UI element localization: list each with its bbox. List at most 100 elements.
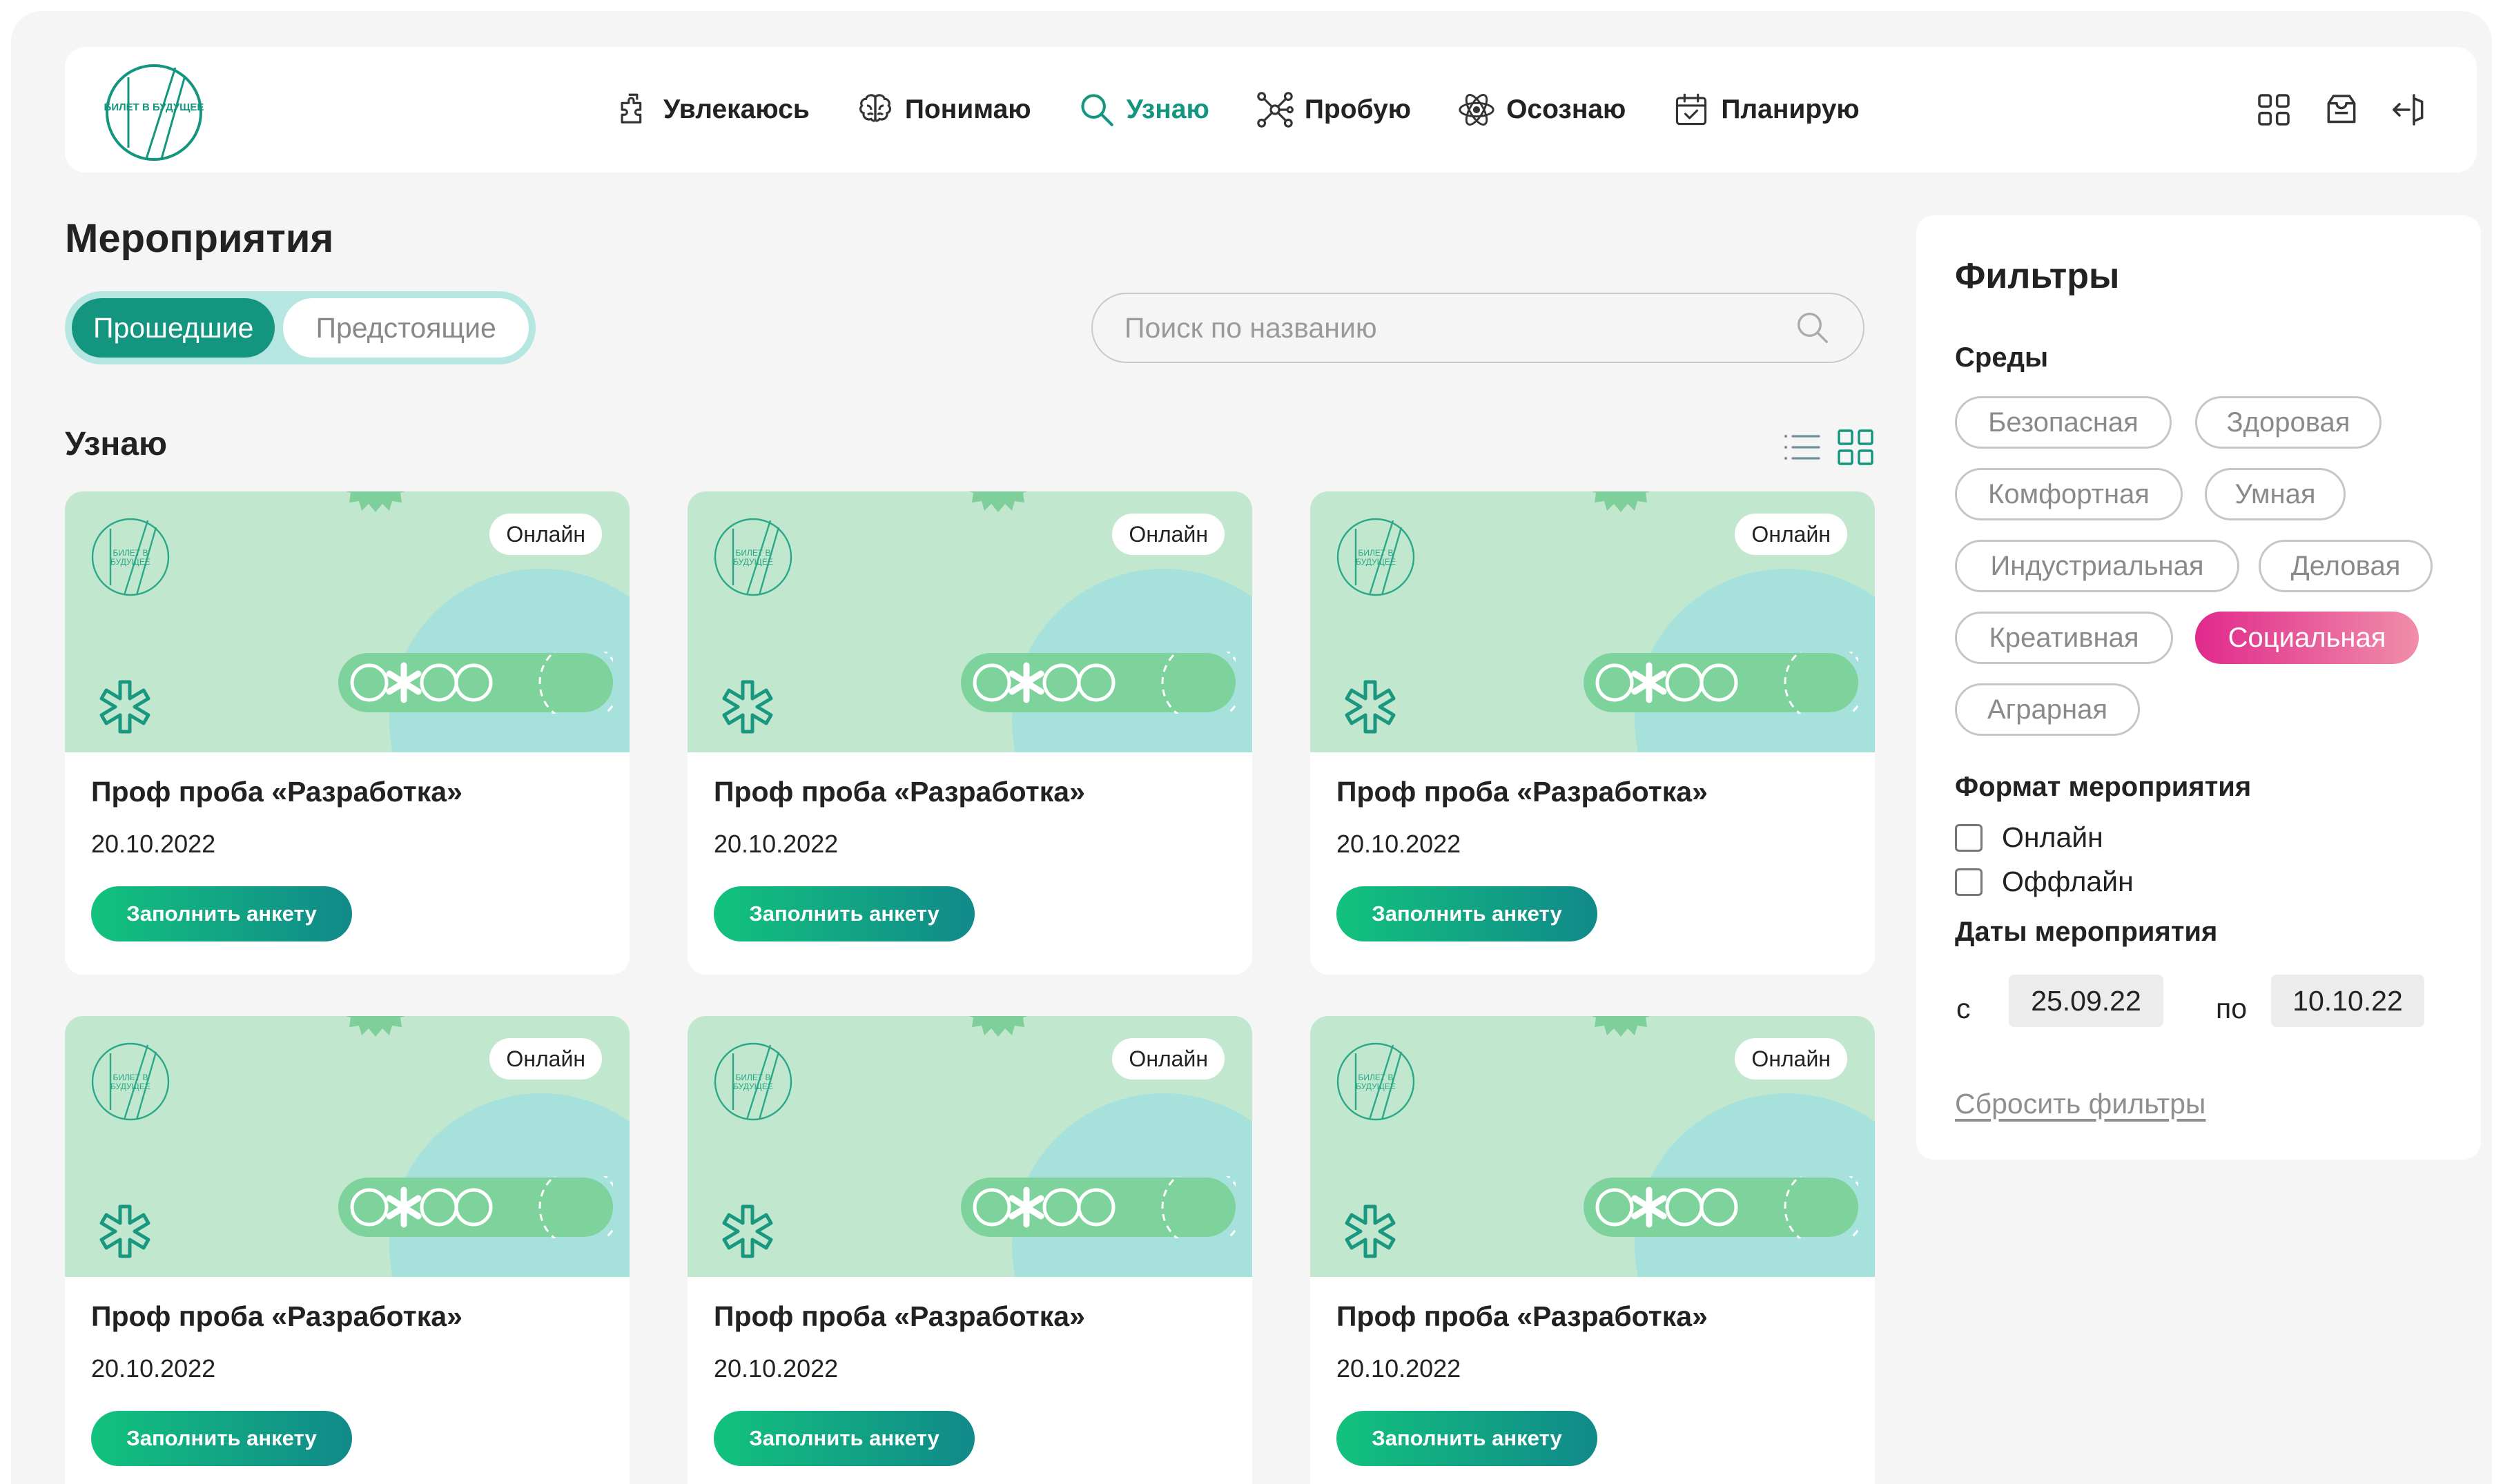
gear-shape bbox=[968, 491, 1028, 512]
decor-pill bbox=[338, 652, 613, 714]
chip-zdorovaya[interactable]: Здоровая bbox=[2195, 396, 2382, 449]
grid-view-icon[interactable] bbox=[1836, 428, 1875, 467]
search-icon bbox=[1080, 94, 1113, 126]
fill-form-button[interactable]: Заполнить анкету bbox=[1336, 886, 1597, 941]
dates-label: Даты мероприятия bbox=[1955, 917, 2218, 947]
list-view-icon[interactable] bbox=[1782, 431, 1821, 464]
logo-watermark: БИЛЕТ В БУДУЩЕЕ bbox=[714, 1042, 792, 1121]
offline-checkbox[interactable] bbox=[1955, 868, 1983, 896]
gear-shape bbox=[1591, 1016, 1650, 1037]
svg-text:БУДУЩЕЕ: БУДУЩЕЕ bbox=[733, 1082, 773, 1091]
logo-watermark: БИЛЕТ В БУДУЩЕЕ bbox=[91, 1042, 170, 1121]
environments-label: Среды bbox=[1955, 342, 2049, 373]
chip-umnaya[interactable]: Умная bbox=[2205, 468, 2346, 520]
card-date: 20.10.2022 bbox=[91, 1354, 216, 1383]
date-to-input[interactable]: 10.10.22 bbox=[2271, 975, 2424, 1027]
grid-icon[interactable] bbox=[2254, 90, 2293, 129]
nav-item-planiruyu[interactable]: Планирую bbox=[1671, 90, 1860, 130]
search-icon[interactable] bbox=[1794, 309, 1831, 346]
card-banner: БИЛЕТ В БУДУЩЕЕ Онлайн bbox=[688, 1016, 1252, 1277]
svg-text:БУДУЩЕЕ: БУДУЩЕЕ bbox=[1356, 1082, 1396, 1091]
svg-text:БИЛЕТ В: БИЛЕТ В bbox=[735, 548, 770, 558]
chip-socialnaya[interactable]: Социальная bbox=[2195, 612, 2419, 664]
asterisk-icon bbox=[1345, 1204, 1396, 1258]
reset-filters-link[interactable]: Сбросить фильтры bbox=[1955, 1088, 2205, 1120]
fill-form-button[interactable]: Заполнить анкету bbox=[714, 886, 975, 941]
events-tabs: Прошедшие Предстоящие bbox=[65, 291, 536, 364]
format-badge: Онлайн bbox=[1112, 514, 1225, 555]
svg-text:БУДУЩЕЕ: БУДУЩЕЕ bbox=[1356, 557, 1396, 567]
decor-pill bbox=[1584, 652, 1858, 714]
nav-item-osoznayu[interactable]: Осознаю bbox=[1457, 90, 1626, 130]
event-card[interactable]: БИЛЕТ В БУДУЩЕЕ Онлайн Проф проба «Разра… bbox=[688, 491, 1252, 975]
tab-past[interactable]: Прошедшие bbox=[72, 298, 275, 358]
chip-delovaya[interactable]: Деловая bbox=[2259, 540, 2433, 592]
decor-pill bbox=[961, 652, 1236, 714]
card-date: 20.10.2022 bbox=[714, 830, 839, 858]
fill-form-button[interactable]: Заполнить анкету bbox=[91, 886, 352, 941]
logo-text: БИЛЕТ В БУДУЩЕЕ bbox=[104, 101, 204, 113]
puzzle-icon bbox=[621, 93, 642, 124]
card-banner: БИЛЕТ В БУДУЩЕЕ Онлайн bbox=[65, 1016, 630, 1277]
tab-upcoming[interactable]: Предстоящие bbox=[283, 298, 529, 358]
decor-pill bbox=[338, 1176, 613, 1238]
nav-item-uznayu[interactable]: Узнаю bbox=[1077, 90, 1209, 130]
card-title: Проф проба «Разработка» bbox=[714, 1300, 1085, 1332]
card-date: 20.10.2022 bbox=[714, 1354, 839, 1383]
gear-shape bbox=[346, 1016, 405, 1037]
asterisk-icon bbox=[99, 1204, 150, 1258]
header-actions bbox=[2226, 47, 2428, 173]
event-card[interactable]: БИЛЕТ В БУДУЩЕЕ Онлайн Проф проба «Разра… bbox=[65, 1016, 630, 1484]
chip-industrialnaya[interactable]: Индустриальная bbox=[1955, 540, 2239, 592]
nav-item-uvlekayus[interactable]: Увлекаюсь bbox=[614, 90, 810, 130]
event-card[interactable]: БИЛЕТ В БУДУЩЕЕ Онлайн Проф проба «Разра… bbox=[1310, 1016, 1875, 1484]
search-input[interactable] bbox=[1124, 311, 1794, 344]
format-option-online[interactable]: Онлайн bbox=[1955, 821, 2103, 854]
svg-text:БИЛЕТ В: БИЛЕТ В bbox=[113, 548, 148, 558]
page-title: Мероприятия bbox=[65, 216, 334, 261]
app-page: БИЛЕТ В БУДУЩЕЕ Увлекаюсь Понимаю Узнаю … bbox=[11, 11, 2492, 1484]
asterisk-icon bbox=[722, 680, 773, 734]
logo-watermark: БИЛЕТ В БУДУЩЕЕ bbox=[714, 518, 792, 596]
gear-shape bbox=[1591, 491, 1650, 512]
chip-komfortnaya[interactable]: Комфортная bbox=[1955, 468, 2183, 520]
section-title: Узнаю bbox=[65, 426, 168, 462]
network-icon bbox=[1257, 92, 1294, 128]
event-card[interactable]: БИЛЕТ В БУДУЩЕЕ Онлайн Проф проба «Разра… bbox=[1310, 491, 1875, 975]
inbox-icon[interactable] bbox=[2322, 90, 2361, 129]
logo-watermark: БИЛЕТ В БУДУЩЕЕ bbox=[1336, 1042, 1415, 1121]
format-label: Формат мероприятия bbox=[1955, 772, 2252, 802]
fill-form-button[interactable]: Заполнить анкету bbox=[714, 1411, 975, 1466]
atom-icon bbox=[1459, 94, 1494, 126]
date-from-input[interactable]: 25.09.22 bbox=[2009, 975, 2163, 1027]
chip-kreativnaya[interactable]: Креативная bbox=[1955, 612, 2173, 664]
chip-agrarnaya[interactable]: Аграрная bbox=[1955, 683, 2140, 736]
svg-text:БУДУЩЕЕ: БУДУЩЕЕ bbox=[110, 1082, 150, 1091]
card-date: 20.10.2022 bbox=[91, 830, 216, 858]
card-banner: БИЛЕТ В БУДУЩЕЕ Онлайн bbox=[65, 491, 630, 752]
main-nav: Увлекаюсь Понимаю Узнаю Пробую Осознаю П… bbox=[614, 47, 1905, 173]
nav-item-ponimayu[interactable]: Понимаю bbox=[855, 90, 1031, 130]
filters-panel: Фильтры Среды Безопасная Здоровая Комфор… bbox=[1916, 215, 2481, 1160]
event-card[interactable]: БИЛЕТ В БУДУЩЕЕ Онлайн Проф проба «Разра… bbox=[688, 1016, 1252, 1484]
brain-icon bbox=[859, 94, 891, 122]
format-badge: Онлайн bbox=[489, 514, 602, 555]
fill-form-button[interactable]: Заполнить анкету bbox=[1336, 1411, 1597, 1466]
logo[interactable]: БИЛЕТ В БУДУЩЕЕ bbox=[104, 62, 204, 163]
chip-bezopasnaya[interactable]: Безопасная bbox=[1955, 396, 2172, 449]
format-option-offline[interactable]: Оффлайн bbox=[1955, 866, 2134, 898]
fill-form-button[interactable]: Заполнить анкету bbox=[91, 1411, 352, 1466]
decor-pill bbox=[961, 1176, 1236, 1238]
format-badge: Онлайн bbox=[1735, 1038, 1847, 1080]
card-date: 20.10.2022 bbox=[1336, 830, 1461, 858]
logo-watermark: БИЛЕТ В БУДУЩЕЕ bbox=[1336, 518, 1415, 596]
asterisk-icon bbox=[722, 1204, 773, 1258]
event-card[interactable]: БИЛЕТ В БУДУЩЕЕ Онлайн Проф проба «Разра… bbox=[65, 491, 630, 975]
date-from-label: с bbox=[1956, 993, 1971, 1024]
card-title: Проф проба «Разработка» bbox=[714, 776, 1085, 808]
nav-label: Планирую bbox=[1721, 95, 1860, 124]
card-date: 20.10.2022 bbox=[1336, 1354, 1461, 1383]
logout-icon[interactable] bbox=[2390, 90, 2428, 129]
online-checkbox[interactable] bbox=[1955, 823, 1983, 852]
nav-item-proboyu[interactable]: Пробую bbox=[1255, 90, 1411, 130]
